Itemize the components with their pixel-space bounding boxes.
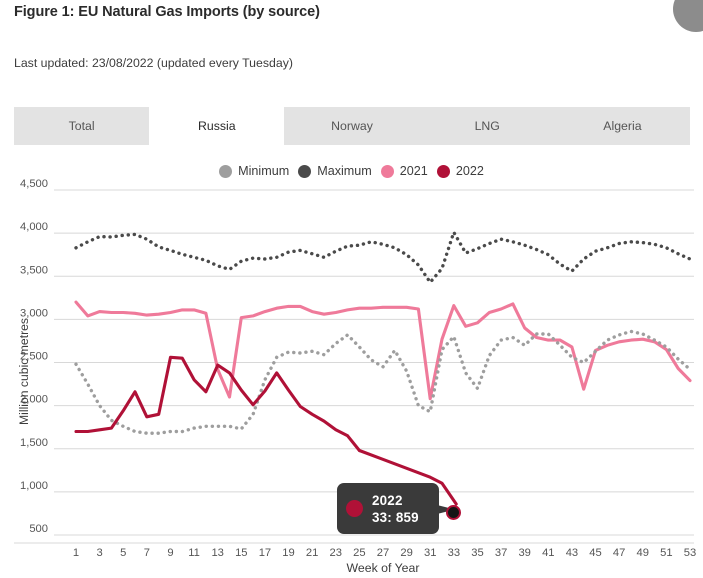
x-tick-label: 39 [518,547,530,559]
x-tick-label: 3 [96,547,102,559]
legend-swatch-maximum [298,164,312,178]
tab-lng[interactable]: LNG [420,107,555,145]
x-tick-label: 33 [448,547,460,559]
legend-label-maximum: Maximum [317,164,372,178]
x-tick-label: 21 [306,547,318,559]
legend-item-2022[interactable]: 2022 [436,164,484,178]
y-tick-label: 4,500 [20,178,48,190]
x-tick-label: 49 [637,547,649,559]
page-title: Figure 1: EU Natural Gas Imports (by sou… [14,4,320,20]
x-tick-label: 43 [566,547,578,559]
tooltip-value-label: 33: 859 [372,509,419,525]
x-tick-label: 17 [259,547,271,559]
source-tabs[interactable]: Total Russia Norway LNG Algeria [14,107,690,145]
x-tick-label: 5 [120,547,126,559]
x-tick-label: 29 [400,547,412,559]
tooltip-series-label: 2022 [372,492,403,508]
x-tick-label: 27 [377,547,389,559]
x-tick-label: 45 [589,547,601,559]
chart-y-axis-label: Million cubic metres [17,318,31,425]
chart-y-tick-labels: 4,500 4,000 3,500 3,000 2,500 2,000 1,500 1,000… [20,178,48,535]
x-tick-label: 47 [613,547,625,559]
tooltip-text: 2022 33: 859 [372,492,419,526]
legend-label-2022: 2022 [455,164,484,178]
last-updated-text: Last updated: 23/08/2022 (updated every … [14,56,293,70]
y-tick-label: 4,000 [20,221,48,233]
x-tick-label: 15 [235,547,247,559]
legend-label-minimum: Minimum [238,164,290,178]
tab-norway[interactable]: Norway [284,107,419,145]
x-tick-label: 41 [542,547,554,559]
x-tick-label: 51 [660,547,672,559]
chart-page: Figure 1: EU Natural Gas Imports (by sou… [0,0,703,578]
x-tick-label: 7 [144,547,150,559]
tab-total[interactable]: Total [14,107,149,145]
y-tick-label: 2,500 [20,351,48,363]
series-line [74,230,692,284]
x-tick-label: 9 [167,547,173,559]
series-line [74,329,692,435]
tab-algeria[interactable]: Algeria [555,107,690,145]
series-line [76,357,454,504]
y-tick-label: 2,000 [20,394,48,406]
x-tick-label: 53 [684,547,696,559]
x-tick-label: 11 [188,547,200,559]
x-tick-label: 13 [211,547,223,559]
y-tick-label: 3,500 [20,264,48,276]
legend-item-minimum[interactable]: Minimum [219,164,289,178]
chart-x-tick-labels: 1 3 5 7 9 11 13 15 17 19 21 23 25 27 29 31 33 35 37 39 41 43 4… [73,547,696,559]
tab-russia[interactable]: Russia [149,107,285,145]
x-tick-label: 35 [471,547,483,559]
y-tick-label: 1,500 [20,437,48,449]
series-line [74,300,692,401]
chart-x-axis-label: Week of Year [347,561,420,575]
chart-legend: Minimum Maximum 2021 2022 [0,164,703,178]
legend-swatch-2022 [436,164,450,178]
more-options-icon[interactable] [673,0,703,32]
y-tick-label: 500 [29,523,48,535]
x-tick-label: 1 [73,547,79,559]
tooltip-data-marker[interactable] [446,505,461,520]
chart-series-lines [74,230,692,504]
x-tick-label: 19 [282,547,294,559]
legend-swatch-minimum [219,164,233,178]
x-tick-label: 25 [353,547,365,559]
y-tick-label: 3,000 [20,307,48,319]
x-tick-label: 37 [495,547,507,559]
x-tick-label: 23 [330,547,342,559]
x-tick-label: 31 [424,547,436,559]
legend-swatch-2021 [380,164,394,178]
chart-tooltip: 2022 33: 859 [337,483,439,534]
legend-item-2021[interactable]: 2021 [380,164,428,178]
tooltip-series-swatch [346,500,363,517]
legend-item-maximum[interactable]: Maximum [298,164,372,178]
legend-label-2021: 2021 [399,164,428,178]
y-tick-label: 1,000 [20,480,48,492]
